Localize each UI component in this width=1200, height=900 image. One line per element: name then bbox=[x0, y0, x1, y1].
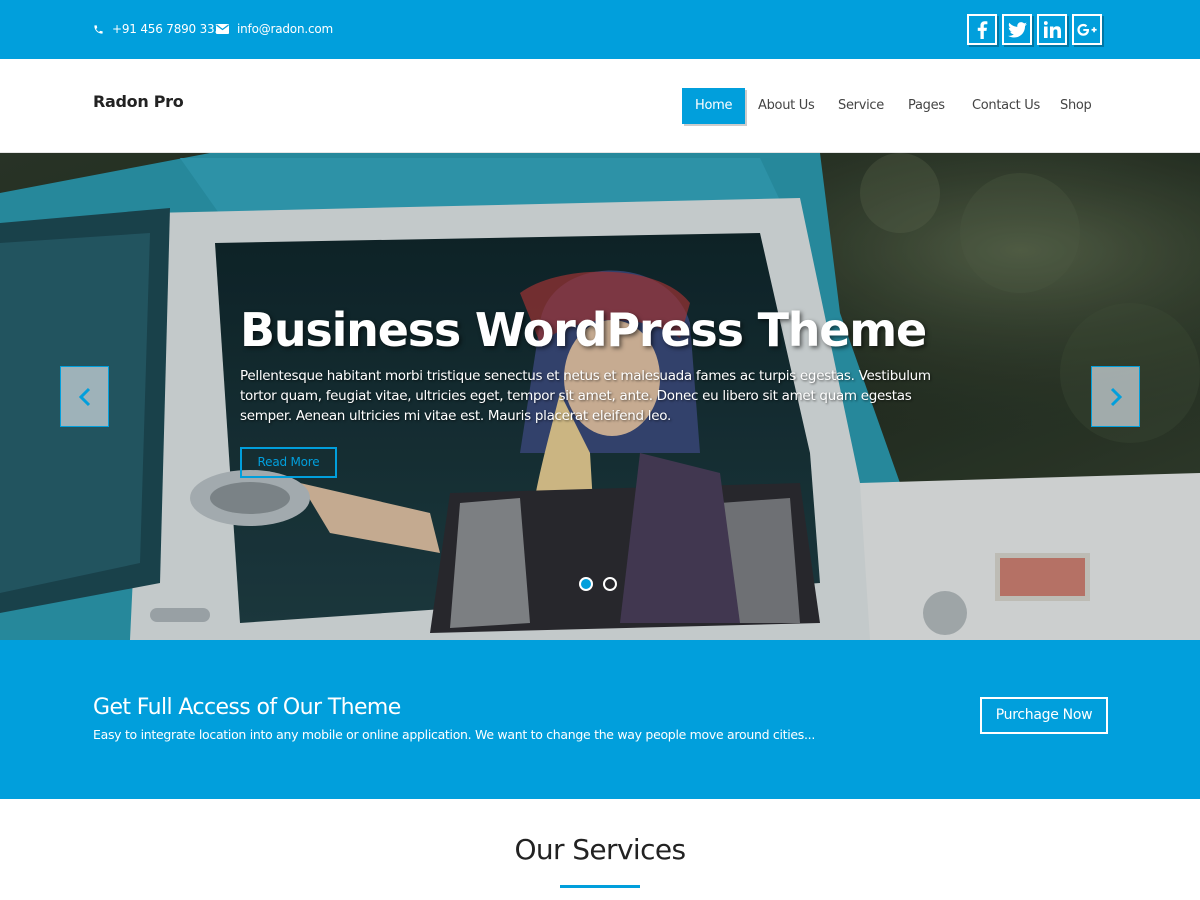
email-contact[interactable]: info@radon.com bbox=[216, 22, 333, 36]
slider-prev-button[interactable] bbox=[60, 366, 109, 427]
cta-section: Get Full Access of Our Theme Easy to int… bbox=[0, 640, 1200, 799]
hero-title: Business WordPress Theme bbox=[240, 303, 927, 357]
facebook-link[interactable] bbox=[967, 14, 997, 45]
email-address: info@radon.com bbox=[237, 22, 334, 36]
twitter-link[interactable] bbox=[1002, 14, 1032, 45]
site-title[interactable]: Radon Pro bbox=[93, 92, 184, 111]
slider-next-button[interactable] bbox=[1091, 366, 1140, 427]
chevron-right-icon bbox=[1110, 387, 1122, 406]
facebook-icon bbox=[977, 20, 988, 39]
phone-contact[interactable]: +91 456 7890 333 bbox=[93, 22, 222, 36]
slider-dot-1[interactable] bbox=[579, 577, 593, 591]
nav-contact-us[interactable]: Contact Us bbox=[972, 88, 1040, 124]
linkedin-icon bbox=[1043, 21, 1061, 38]
nav-home[interactable]: Home bbox=[682, 88, 746, 124]
envelope-icon bbox=[216, 24, 229, 34]
services-divider bbox=[560, 885, 640, 888]
nav-about-us[interactable]: About Us bbox=[758, 88, 815, 124]
slider-dot-2[interactable] bbox=[603, 577, 617, 591]
cta-title: Get Full Access of Our Theme bbox=[93, 695, 401, 720]
hero-slider: Business WordPress Theme Pellentesque ha… bbox=[0, 153, 1200, 640]
chevron-left-icon bbox=[78, 387, 90, 406]
read-more-button[interactable]: Read More bbox=[240, 447, 337, 478]
purchase-now-button[interactable]: Purchage Now bbox=[980, 697, 1108, 734]
nav-pages[interactable]: Pages bbox=[908, 88, 945, 124]
top-bar: +91 456 7890 333 info@radon.com bbox=[0, 0, 1200, 59]
services-title: Our Services bbox=[514, 833, 686, 866]
nav-shop[interactable]: Shop bbox=[1060, 88, 1092, 124]
cta-description: Easy to integrate location into any mobi… bbox=[93, 727, 816, 742]
nav-service[interactable]: Service bbox=[838, 88, 884, 124]
linkedin-link[interactable] bbox=[1037, 14, 1067, 45]
google-plus-link[interactable] bbox=[1072, 14, 1102, 45]
site-header: Radon Pro Home About Us Service Pages Co… bbox=[0, 59, 1200, 153]
google-plus-icon bbox=[1077, 23, 1097, 36]
phone-icon bbox=[94, 24, 103, 34]
hero-description: Pellentesque habitant morbi tristique se… bbox=[240, 368, 931, 424]
phone-number: +91 456 7890 333 bbox=[112, 22, 222, 36]
twitter-icon bbox=[1007, 21, 1027, 38]
